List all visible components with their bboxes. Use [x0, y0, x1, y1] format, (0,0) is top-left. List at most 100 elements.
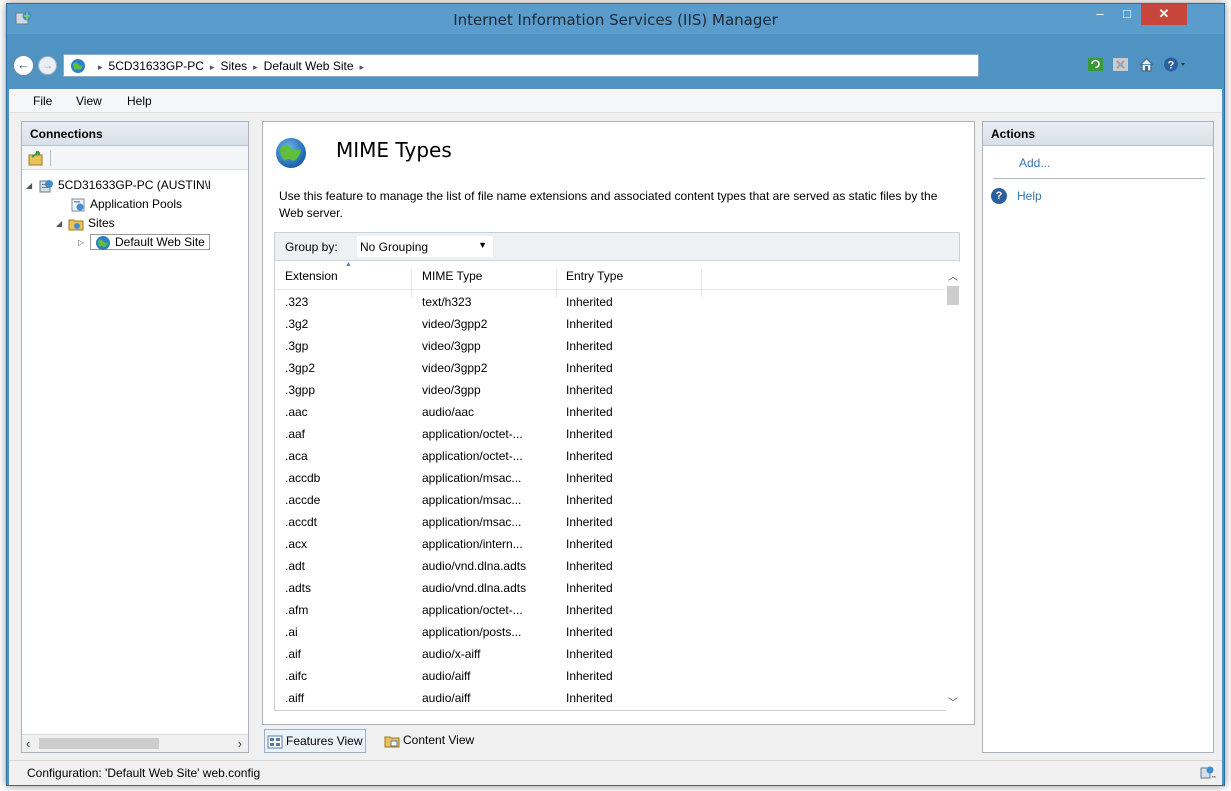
cell-extension: .aifc: [285, 669, 308, 683]
close-button[interactable]: ✕: [1141, 4, 1187, 25]
navigation-bar: ← → ▸ 5CD31633GP-PC ▸ Sites ▸ Default Web Sit…: [9, 52, 1213, 78]
table-row[interactable]: .aiff audio/aiff Inherited: [275, 687, 945, 709]
group-by-dropdown[interactable]: No Grouping ▼: [357, 236, 493, 257]
cell-mime-type: application/msac...: [422, 515, 522, 529]
page-description: Use this feature to manage the list of f…: [279, 189, 938, 220]
website-globe-icon: [96, 235, 110, 250]
table-row[interactable]: .ai application/posts... Inherited: [275, 621, 945, 643]
help-dropdown-icon[interactable]: ?: [1163, 56, 1187, 73]
dropdown-arrow-icon: ▼: [478, 240, 487, 250]
table-row[interactable]: .accdb application/msac... Inherited: [275, 467, 945, 489]
breadcrumb-separator: ▸: [98, 62, 103, 72]
table-row[interactable]: .3gpp video/3gpp Inherited: [275, 379, 945, 401]
vertical-scrollbar[interactable]: ︿ ﹀: [946, 262, 960, 711]
content-view-button[interactable]: Content View: [382, 729, 477, 753]
table-row[interactable]: .adts audio/vnd.dlna.adts Inherited: [275, 577, 945, 599]
stop-icon[interactable]: [1112, 56, 1129, 73]
cell-entry-type: Inherited: [566, 295, 613, 309]
forward-button[interactable]: →: [38, 56, 57, 75]
table-row[interactable]: .3gp2 video/3gpp2 Inherited: [275, 357, 945, 379]
window-title: Internet Information Services (IIS) Mana…: [453, 11, 778, 29]
refresh-icon[interactable]: [1087, 56, 1104, 73]
table-row[interactable]: .3g2 video/3gpp2 Inherited: [275, 313, 945, 335]
table-row[interactable]: .acx application/intern... Inherited: [275, 533, 945, 555]
table-row[interactable]: .accde application/msac... Inherited: [275, 489, 945, 511]
features-view-label: Features View: [286, 734, 363, 748]
tree-node-default-web-site[interactable]: ▷ Default Web Site: [78, 233, 210, 251]
connect-icon[interactable]: [28, 150, 44, 166]
scroll-right-icon[interactable]: ›: [238, 736, 242, 751]
cell-entry-type: Inherited: [566, 383, 613, 397]
cell-entry-type: Inherited: [566, 317, 613, 331]
table-row[interactable]: .aif audio/x-aiff Inherited: [275, 643, 945, 665]
tree-label-default-web-site: Default Web Site: [115, 235, 205, 249]
cell-entry-type: Inherited: [566, 669, 613, 683]
selected-node: Default Web Site: [90, 234, 210, 250]
cell-entry-type: Inherited: [566, 471, 613, 485]
scroll-down-icon[interactable]: ﹀: [948, 694, 958, 709]
address-bar[interactable]: ▸ 5CD31633GP-PC ▸ Sites ▸ Default Web Site ▸: [63, 54, 979, 77]
cell-mime-type: application/msac...: [422, 471, 522, 485]
menu-file[interactable]: File: [33, 94, 52, 108]
scroll-thumb[interactable]: [39, 738, 159, 749]
tree-label-application-pools: Application Pools: [90, 197, 183, 211]
group-by-value: No Grouping: [360, 240, 429, 254]
column-header-extension[interactable]: Extension: [285, 269, 338, 283]
cell-mime-type: video/3gpp: [422, 339, 481, 353]
cell-entry-type: Inherited: [566, 559, 613, 573]
table-row[interactable]: .accdt application/msac... Inherited: [275, 511, 945, 533]
add-action-link[interactable]: Add...: [1019, 156, 1050, 170]
column-header-entry-type[interactable]: Entry Type: [566, 269, 623, 283]
home-icon[interactable]: [1138, 56, 1155, 73]
expand-arrow-icon[interactable]: ▷: [78, 234, 90, 252]
connections-panel: Connections ◢ 5CD31633GP-PC (AUSTIN\l App…: [21, 121, 249, 753]
cell-extension: .aiff: [285, 691, 305, 705]
scroll-up-icon[interactable]: ︿: [948, 268, 958, 283]
breadcrumb-server[interactable]: 5CD31633GP-PC: [109, 59, 204, 73]
cell-extension: .ai: [285, 625, 298, 639]
cell-mime-type: application/intern...: [422, 537, 523, 551]
breadcrumb-separator[interactable]: ▸: [360, 62, 365, 72]
breadcrumb-default-web-site[interactable]: Default Web Site: [264, 59, 354, 73]
application-pools-icon: [71, 198, 85, 212]
cell-mime-type: video/3gpp2: [422, 361, 488, 375]
minimize-button[interactable]: –: [1087, 4, 1113, 25]
table-row[interactable]: .aaf application/octet-... Inherited: [275, 423, 945, 445]
table-row[interactable]: .323 text/h323 Inherited: [275, 291, 945, 313]
table-row[interactable]: .3gp video/3gpp Inherited: [275, 335, 945, 357]
cell-extension: .3gp: [285, 339, 309, 353]
mime-types-globe-icon: [276, 138, 306, 168]
cell-mime-type: audio/aiff: [422, 691, 471, 705]
table-row[interactable]: .adt audio/vnd.dlna.adts Inherited: [275, 555, 945, 577]
table-row[interactable]: .aca application/octet-... Inherited: [275, 445, 945, 467]
tree-node-application-pools[interactable]: Application Pools: [70, 195, 182, 213]
group-by-bar: Group by: No Grouping ▼: [275, 233, 959, 261]
column-header-mime-type[interactable]: MIME Type: [422, 269, 482, 283]
tree-node-sites[interactable]: ◢ Sites: [56, 214, 115, 232]
cell-extension: .3g2: [285, 317, 309, 331]
cell-mime-type: application/octet-...: [422, 603, 523, 617]
cell-extension: .accdb: [285, 471, 321, 485]
features-view-button[interactable]: Features View: [264, 729, 367, 753]
help-action-link[interactable]: Help: [1017, 189, 1042, 203]
cell-extension: .acx: [285, 537, 308, 551]
table-row[interactable]: .aifc audio/aiff Inherited: [275, 665, 945, 687]
back-button[interactable]: ←: [13, 55, 34, 76]
client-area: File View Help Connections ◢ 5CD31633GP-P…: [9, 89, 1222, 785]
scroll-thumb[interactable]: [947, 286, 959, 305]
scroll-left-icon[interactable]: ‹: [26, 736, 30, 751]
menu-help[interactable]: Help: [127, 94, 152, 108]
table-row[interactable]: .aac audio/aac Inherited: [275, 401, 945, 423]
cell-extension: .3gp2: [285, 361, 316, 375]
actions-divider: [993, 178, 1205, 179]
table-row[interactable]: .afm application/octet-... Inherited: [275, 599, 945, 621]
menu-view[interactable]: View: [76, 94, 102, 108]
collapse-arrow-icon[interactable]: ◢: [56, 215, 68, 233]
help-icon[interactable]: ?: [991, 188, 1007, 204]
maximize-button[interactable]: □: [1114, 4, 1140, 25]
horizontal-scrollbar[interactable]: ‹ ›: [22, 734, 248, 752]
breadcrumb-sites[interactable]: Sites: [220, 59, 247, 73]
tree-node-server[interactable]: ◢ 5CD31633GP-PC (AUSTIN\l: [26, 176, 211, 194]
cell-extension: .adts: [285, 581, 312, 595]
collapse-arrow-icon[interactable]: ◢: [26, 177, 38, 195]
